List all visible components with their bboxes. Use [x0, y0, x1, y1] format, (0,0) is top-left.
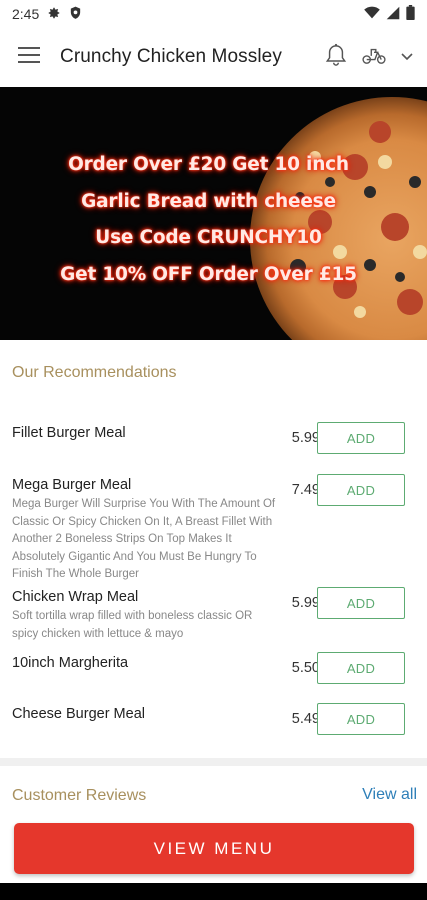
- add-button[interactable]: ADD: [317, 587, 405, 619]
- add-button[interactable]: ADD: [317, 422, 405, 454]
- bell-icon[interactable]: [325, 43, 347, 72]
- item-description: Soft tortilla wrap filled with boneless …: [12, 610, 253, 640]
- item-price: 5.49: [291, 711, 320, 727]
- add-button[interactable]: ADD: [317, 703, 405, 735]
- item-price: 5.50: [291, 660, 320, 676]
- promo-line: Order Over £20 Get 10 inch: [68, 154, 349, 175]
- recommendations-title: Our Recommendations: [12, 364, 177, 381]
- app-bar: Crunchy Chicken Mossley: [0, 28, 427, 86]
- recommendations-section: Our Recommendations Fillet Burger Meal 5…: [0, 340, 427, 758]
- reviews-title: Customer Reviews: [12, 787, 147, 804]
- item-price: 5.99: [291, 595, 320, 611]
- view-menu-button[interactable]: VIEW MENU: [14, 823, 414, 874]
- hamburger-menu-icon[interactable]: [18, 46, 40, 69]
- item-price: 5.99: [291, 430, 320, 446]
- item-price: 7.49: [291, 482, 320, 498]
- app-title: Crunchy Chicken Mossley: [60, 46, 282, 67]
- system-nav-bar: [0, 883, 427, 900]
- wifi-icon: [364, 6, 380, 22]
- promo-line: Use Code CRUNCHY10: [95, 227, 322, 248]
- promo-line: Get 10% OFF Order Over £15: [60, 263, 357, 285]
- view-all-link[interactable]: View all: [362, 786, 417, 804]
- section-divider: [0, 758, 427, 766]
- add-button[interactable]: ADD: [317, 474, 405, 506]
- signal-icon: [386, 6, 400, 23]
- chevron-down-icon[interactable]: [401, 48, 413, 66]
- add-button[interactable]: ADD: [317, 652, 405, 684]
- item-description: Mega Burger Will Surprise You With The A…: [12, 498, 276, 580]
- status-time: 2:45: [12, 6, 40, 22]
- scooter-icon[interactable]: [361, 45, 387, 70]
- promo-banner[interactable]: Order Over £20 Get 10 inch Garlic Bread …: [0, 87, 427, 340]
- promo-line: Garlic Bread with cheese: [81, 190, 336, 212]
- shield-icon: [69, 6, 82, 23]
- status-bar: 2:45: [0, 0, 427, 28]
- battery-icon: [406, 5, 415, 23]
- promo-text: Order Over £20 Get 10 inch Garlic Bread …: [0, 147, 427, 293]
- gear-icon: [47, 6, 61, 23]
